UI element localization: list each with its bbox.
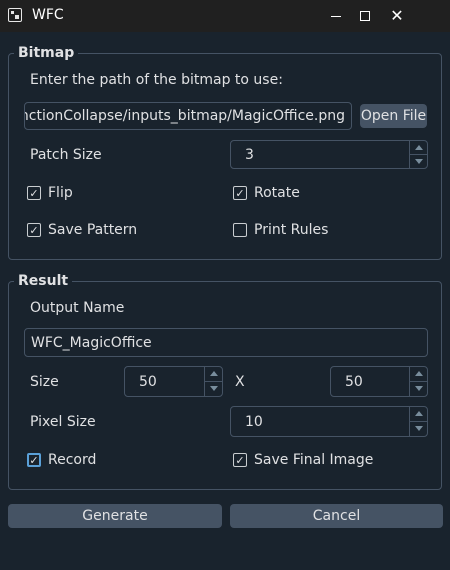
record-label: Record <box>48 452 97 468</box>
size-x-spinbox[interactable]: 50 <box>124 366 223 397</box>
checkmark-icon: ✓ <box>29 453 39 467</box>
patch-size-up-button[interactable] <box>410 141 427 155</box>
flip-checkbox[interactable]: ✓ Flip <box>27 185 73 201</box>
arrow-down-icon <box>209 386 218 392</box>
size-y-value: 50 <box>345 373 363 390</box>
save-pattern-label: Save Pattern <box>48 222 138 238</box>
pixel-size-spinbox[interactable]: 10 <box>230 406 428 437</box>
arrow-down-icon <box>414 386 423 392</box>
size-x-down-button[interactable] <box>205 382 222 397</box>
generate-button[interactable]: Generate <box>8 504 222 528</box>
patch-size-spinbox[interactable]: 3 <box>230 140 428 169</box>
close-button[interactable]: ✕ <box>374 0 420 32</box>
arrow-down-icon <box>414 426 423 432</box>
patch-size-value: 3 <box>245 146 254 163</box>
output-name-label: Output Name <box>30 300 125 316</box>
print-rules-label: Print Rules <box>254 222 329 238</box>
checkmark-icon: ✓ <box>235 186 245 200</box>
record-check-box: ✓ <box>27 453 41 467</box>
output-name-input[interactable]: WFC_MagicOffice <box>24 328 428 357</box>
print-rules-checkbox[interactable]: Print Rules <box>233 222 328 238</box>
print-rules-check-box <box>233 223 247 237</box>
pixel-size-down-button[interactable] <box>410 422 427 437</box>
arrow-up-icon <box>414 144 423 150</box>
rotate-checkbox[interactable]: ✓ Rotate <box>233 185 300 201</box>
patch-size-label: Patch Size <box>30 147 102 163</box>
app-icon <box>8 8 22 22</box>
maximize-icon <box>360 11 370 21</box>
size-label: Size <box>30 374 59 390</box>
patch-size-down-button[interactable] <box>410 155 427 169</box>
cancel-button[interactable]: Cancel <box>230 504 443 528</box>
arrow-up-icon <box>414 371 423 377</box>
minimize-icon <box>331 15 341 17</box>
flip-label: Flip <box>48 185 73 201</box>
arrow-down-icon <box>414 158 423 164</box>
save-pattern-checkbox[interactable]: ✓ Save Pattern <box>27 222 137 238</box>
flip-check-box: ✓ <box>27 186 41 200</box>
save-final-image-label: Save Final Image <box>254 452 374 468</box>
title-bar: WFC ✕ <box>0 0 450 32</box>
size-y-down-button[interactable] <box>410 382 427 397</box>
size-x-up-button[interactable] <box>205 367 222 382</box>
size-x-value: 50 <box>139 373 157 390</box>
size-y-up-button[interactable] <box>410 367 427 382</box>
checkmark-icon: ✓ <box>235 453 245 467</box>
pixel-size-value: 10 <box>245 413 263 430</box>
result-group-title: Result <box>14 273 73 289</box>
checkmark-icon: ✓ <box>29 223 39 237</box>
size-y-spinbox[interactable]: 50 <box>330 366 428 397</box>
close-icon: ✕ <box>390 6 404 25</box>
bitmap-path-value: nctionCollapse/inputs_bitmap/MagicOffice… <box>24 108 345 124</box>
bitmap-path-input[interactable]: nctionCollapse/inputs_bitmap/MagicOffice… <box>24 102 352 130</box>
pixel-size-label: Pixel Size <box>30 414 96 430</box>
arrow-up-icon <box>414 411 423 417</box>
save-pattern-check-box: ✓ <box>27 223 41 237</box>
rotate-check-box: ✓ <box>233 186 247 200</box>
record-checkbox[interactable]: ✓ Record <box>27 452 96 468</box>
size-x-separator: X <box>235 374 245 390</box>
pixel-size-up-button[interactable] <box>410 407 427 422</box>
checkmark-icon: ✓ <box>29 186 39 200</box>
window-title: WFC <box>32 7 64 23</box>
open-file-button[interactable]: Open File <box>360 104 427 128</box>
arrow-up-icon <box>209 371 218 377</box>
rotate-label: Rotate <box>254 185 300 201</box>
save-final-image-check-box: ✓ <box>233 453 247 467</box>
bitmap-group-title: Bitmap <box>14 45 79 61</box>
output-name-value: WFC_MagicOffice <box>31 334 152 351</box>
save-final-image-checkbox[interactable]: ✓ Save Final Image <box>233 452 373 468</box>
bitmap-path-prompt: Enter the path of the bitmap to use: <box>30 72 283 88</box>
